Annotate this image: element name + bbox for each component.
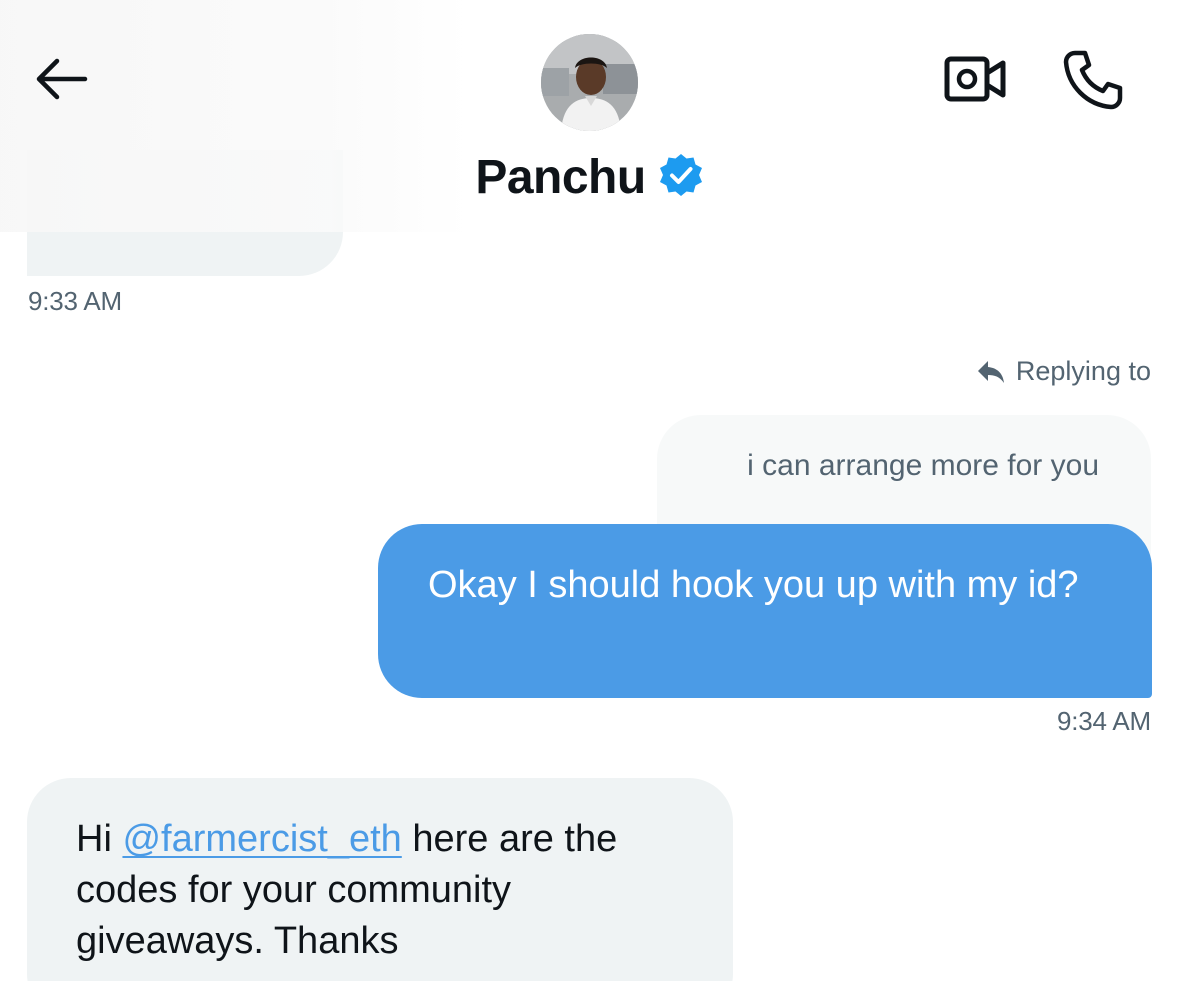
sent-message-bubble[interactable]: Okay I should hook you up with my id? bbox=[378, 524, 1152, 698]
arrow-left-icon bbox=[33, 56, 89, 107]
video-call-button[interactable] bbox=[940, 52, 1010, 110]
voice-call-button[interactable] bbox=[1058, 50, 1128, 114]
received-message-prefix: Hi bbox=[76, 818, 123, 860]
quoted-message-text: i can arrange more for you bbox=[747, 449, 1099, 482]
phone-icon bbox=[1061, 49, 1125, 116]
back-button[interactable] bbox=[30, 50, 92, 112]
contact-name: Panchu bbox=[475, 151, 646, 204]
video-camera-icon bbox=[943, 53, 1007, 110]
reply-arrow-icon bbox=[976, 359, 1006, 385]
message-timestamp: 9:33 AM bbox=[28, 286, 122, 316]
received-message-bubble[interactable]: Hi @farmercist_eth here are the codes fo… bbox=[27, 778, 733, 981]
sent-message-text: Okay I should hook you up with my id? bbox=[428, 564, 1079, 606]
replying-to-indicator[interactable]: Replying to bbox=[976, 356, 1151, 387]
avatar[interactable] bbox=[541, 34, 638, 131]
user-mention-link[interactable]: @farmercist_eth bbox=[122, 818, 401, 860]
replying-to-label: Replying to bbox=[1015, 356, 1151, 386]
contact-header[interactable]: Panchu bbox=[0, 150, 1179, 205]
message-timestamp: 9:34 AM bbox=[1057, 706, 1151, 736]
dm-conversation-screen: 9:33 AM Replying to i can arrange more f… bbox=[0, 0, 1179, 981]
verified-badge-icon bbox=[658, 152, 704, 203]
